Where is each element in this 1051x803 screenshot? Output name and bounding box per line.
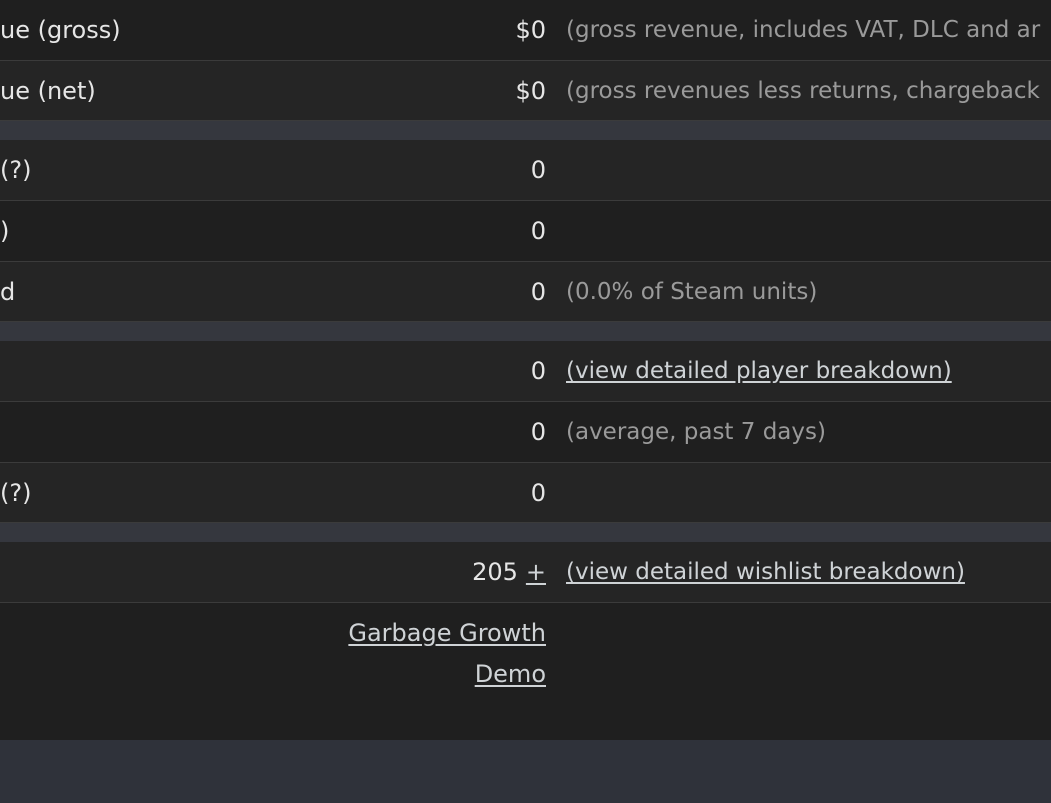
view-wishlist-breakdown-link[interactable]: (view detailed wishlist breakdown)	[566, 559, 965, 585]
section-separator	[0, 121, 1051, 140]
row-value: 0	[530, 478, 546, 507]
row-label: )	[0, 217, 10, 245]
row-note: (view detailed player breakdown)	[566, 341, 952, 401]
stats-table: ue (gross) $0 (gross revenue, includes V…	[0, 0, 1051, 740]
row-value: 0	[530, 418, 546, 446]
section-separator	[0, 523, 1051, 542]
wishlist-expand-button[interactable]: +	[526, 558, 546, 586]
row-label: d	[0, 277, 16, 306]
row-value: 0	[530, 277, 546, 306]
table-row-revenue-gross: ue (gross) $0 (gross revenue, includes V…	[0, 0, 1051, 61]
table-row-players-2: 0 (average, past 7 days)	[0, 402, 1051, 463]
demo-links: Garbage Growth Demo	[348, 603, 546, 695]
row-note: (view detailed wishlist breakdown)	[566, 542, 965, 602]
row-note: (gross revenues less returns, chargeback	[566, 77, 1040, 104]
table-row-units-2: ) 0	[0, 201, 1051, 262]
table-row-revenue-net: ue (net) $0 (gross revenues less returns…	[0, 61, 1051, 121]
row-value: 0	[530, 357, 546, 385]
row-note: (0.0% of Steam units)	[566, 278, 818, 305]
row-label: (?)	[0, 478, 32, 507]
row-label: ue (net)	[0, 76, 96, 105]
table-row-units-1: (?) 0	[0, 140, 1051, 201]
row-note: (gross revenue, includes VAT, DLC and ar	[566, 17, 1041, 43]
table-row-players-1: 0 (view detailed player breakdown)	[0, 341, 1051, 402]
row-value: 0	[530, 156, 546, 184]
section-separator	[0, 322, 1051, 341]
row-value: $0	[515, 76, 546, 105]
table-row-units-3: d 0 (0.0% of Steam units)	[0, 262, 1051, 322]
wishlist-count: 205	[472, 558, 518, 586]
table-row-players-3: (?) 0	[0, 463, 1051, 523]
row-label: (?)	[0, 156, 32, 184]
row-value: 0	[530, 217, 546, 245]
table-row-wishlists: 205 + (view detailed wishlist breakdown)	[0, 542, 1051, 603]
row-value: 205 +	[472, 542, 546, 602]
table-row-demo: Garbage Growth Demo	[0, 603, 1051, 739]
row-note: (average, past 7 days)	[566, 419, 826, 445]
demo-title-link[interactable]: Garbage Growth	[348, 619, 546, 647]
row-value: $0	[515, 16, 546, 44]
row-label: ue (gross)	[0, 16, 121, 44]
view-player-breakdown-link[interactable]: (view detailed player breakdown)	[566, 358, 952, 384]
demo-title-link-line2[interactable]: Demo	[475, 660, 546, 688]
